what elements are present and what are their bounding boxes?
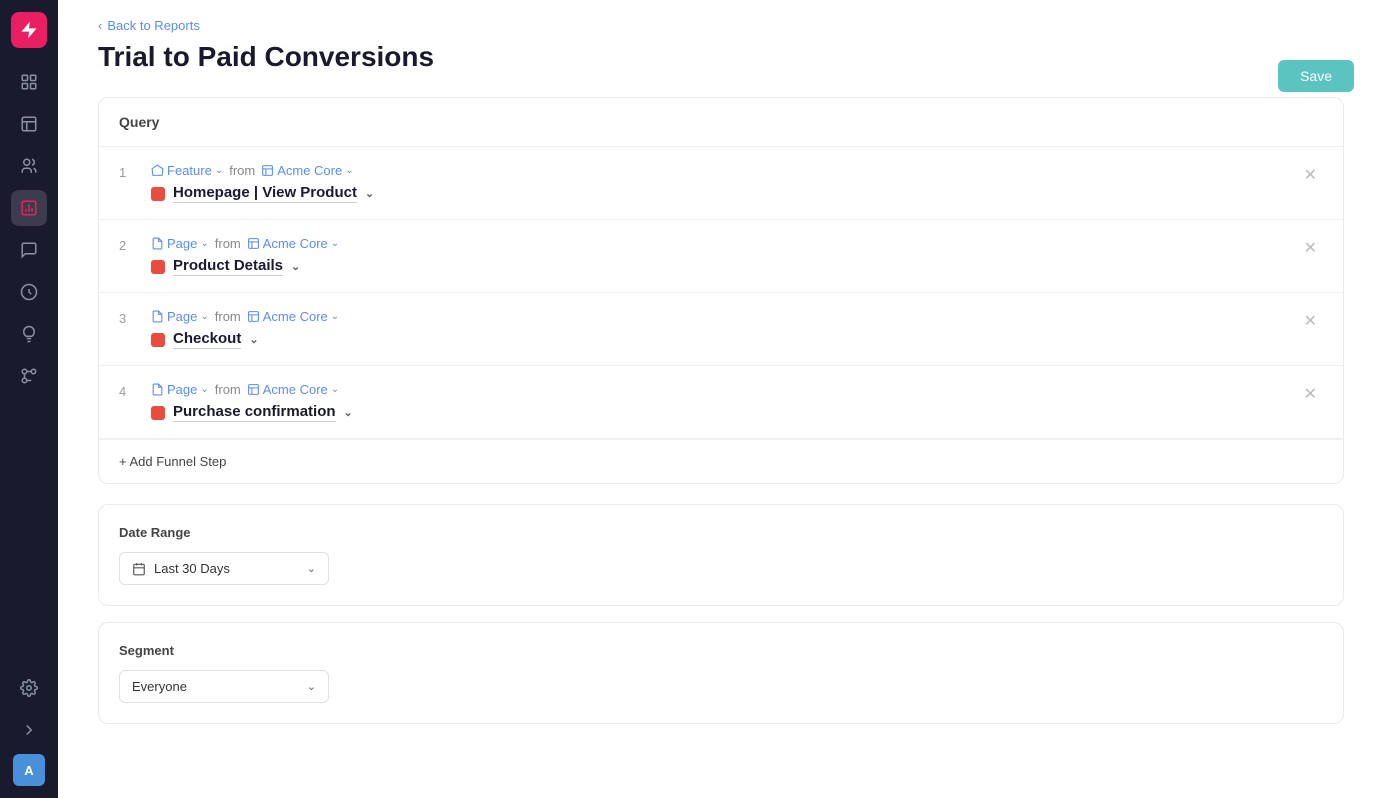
step-name-chevron-4: ⌄ [344,406,353,419]
segment-value: Everyone [132,679,187,694]
sidebar-item-reports[interactable] [11,190,47,226]
funnel-step-3: 3 Page ⌄ from Acme Core ⌄ [99,293,1343,366]
step-name-text-3[interactable]: Checkout [173,330,241,349]
step-origin-2[interactable]: Acme Core ⌄ [247,236,339,251]
sidebar-item-users[interactable] [11,148,47,184]
step-remove-2[interactable]: ✕ [1298,236,1323,260]
segment-label: Segment [119,643,1323,658]
from-label-3: from [215,309,241,324]
step-name-chevron-2: ⌄ [291,260,300,273]
from-label-4: from [215,382,241,397]
step-content-1: Feature ⌄ from Acme Core ⌄ Homepage | Vi… [151,163,1282,203]
step-source-4: Page ⌄ from Acme Core ⌄ [151,382,1282,397]
app-logo[interactable] [11,12,47,48]
step-name-2: Product Details ⌄ [151,257,1282,276]
step-remove-1[interactable]: ✕ [1298,163,1323,187]
step-name-text-1[interactable]: Homepage | View Product [173,184,357,203]
step-name-text-2[interactable]: Product Details [173,257,283,276]
back-link-text: Back to Reports [107,18,200,33]
step-type-4[interactable]: Page ⌄ [151,382,209,397]
funnel-step-1: 1 Feature ⌄ from Acme Core ⌄ [99,147,1343,220]
main-content: Save ‹ Back to Reports Trial to Paid Con… [58,0,1384,798]
step-type-1[interactable]: Feature ⌄ [151,163,223,178]
step-name-3: Checkout ⌄ [151,330,1282,349]
step-remove-3[interactable]: ✕ [1298,309,1323,333]
step-remove-4[interactable]: ✕ [1298,382,1323,406]
sidebar-item-messages[interactable] [11,232,47,268]
step-name-chevron-3: ⌄ [249,333,258,346]
step-origin-4[interactable]: Acme Core ⌄ [247,382,339,397]
step-name-chevron-1: ⌄ [365,187,374,200]
step-color-dot-2 [151,260,165,274]
step-number-2: 2 [119,236,135,253]
query-section-label: Query [99,98,1343,147]
step-source-3: Page ⌄ from Acme Core ⌄ [151,309,1282,324]
step-source-2: Page ⌄ from Acme Core ⌄ [151,236,1282,251]
sidebar-item-integrations[interactable] [11,358,47,394]
funnel-step-4: 4 Page ⌄ from Acme Core ⌄ [99,366,1343,439]
sidebar-item-journey[interactable] [11,274,47,310]
step-name-1: Homepage | View Product ⌄ [151,184,1282,203]
step-number-1: 1 [119,163,135,180]
step-name-text-4[interactable]: Purchase confirmation [173,403,336,422]
sidebar-item-analytics[interactable] [11,106,47,142]
page-title: Trial to Paid Conversions [98,41,1344,73]
back-to-reports-link[interactable]: ‹ Back to Reports [98,0,1344,41]
step-type-3[interactable]: Page ⌄ [151,309,209,324]
calendar-icon [132,562,146,576]
funnel-step-2: 2 Page ⌄ from Acme Core ⌄ [99,220,1343,293]
step-content-2: Page ⌄ from Acme Core ⌄ Product Details … [151,236,1282,276]
step-origin-3[interactable]: Acme Core ⌄ [247,309,339,324]
date-range-card: Date Range Last 30 Days ⌄ [98,504,1344,606]
add-funnel-step-button[interactable]: + Add Funnel Step [99,439,1343,483]
step-type-2[interactable]: Page ⌄ [151,236,209,251]
step-color-dot-3 [151,333,165,347]
step-source-1: Feature ⌄ from Acme Core ⌄ [151,163,1282,178]
sidebar: A [0,0,58,798]
date-range-value: Last 30 Days [154,561,230,576]
sidebar-item-dashboard[interactable] [11,64,47,100]
save-button[interactable]: Save [1278,60,1354,92]
chevron-down-icon: ⌄ [307,562,316,575]
from-label-2: from [215,236,241,251]
step-content-4: Page ⌄ from Acme Core ⌄ Purchase confirm… [151,382,1282,422]
avatar[interactable]: A [13,754,45,786]
segment-chevron-down-icon: ⌄ [307,680,316,693]
sidebar-item-settings[interactable] [11,670,47,706]
step-content-3: Page ⌄ from Acme Core ⌄ Checkout ⌄ [151,309,1282,349]
from-label-1: from [229,163,255,178]
segment-select[interactable]: Everyone ⌄ [119,670,329,703]
date-range-label: Date Range [119,525,1323,540]
date-range-select[interactable]: Last 30 Days ⌄ [119,552,329,585]
step-color-dot-4 [151,406,165,420]
query-card: Query 1 Feature ⌄ from Acme Core ⌄ [98,97,1344,484]
chevron-left-icon: ‹ [98,18,102,33]
step-color-dot-1 [151,187,165,201]
step-number-3: 3 [119,309,135,326]
sidebar-item-insights[interactable] [11,316,47,352]
sidebar-item-expand[interactable] [11,712,47,748]
segment-card: Segment Everyone ⌄ [98,622,1344,724]
step-number-4: 4 [119,382,135,399]
step-name-4: Purchase confirmation ⌄ [151,403,1282,422]
step-origin-1[interactable]: Acme Core ⌄ [261,163,353,178]
